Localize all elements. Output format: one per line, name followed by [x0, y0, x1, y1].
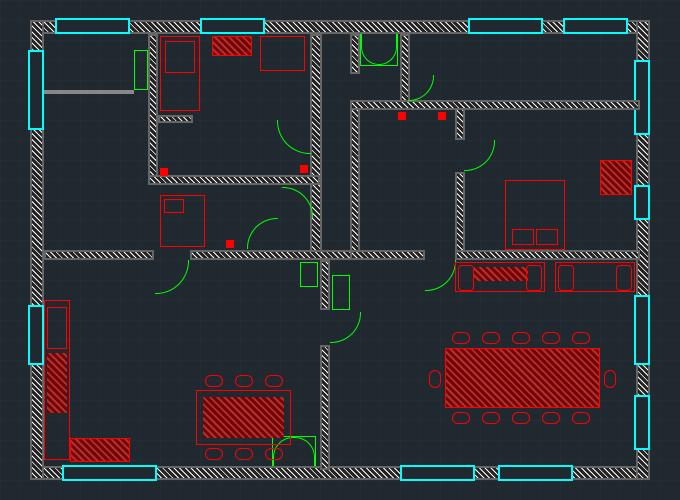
- window-left-2: [28, 305, 44, 365]
- chair: [265, 448, 283, 460]
- window-bottom-1: [62, 465, 157, 481]
- outlet: [398, 112, 406, 120]
- window-right-3: [634, 295, 650, 365]
- window-bottom-3: [498, 465, 573, 481]
- window-top-4: [563, 18, 628, 34]
- chair: [482, 412, 500, 424]
- furn-counter-v: [44, 300, 70, 460]
- door-entry-top: [360, 34, 398, 66]
- wall-int-v3a: [350, 34, 360, 74]
- door-bed-e1: [464, 140, 495, 171]
- window-right-2: [634, 185, 650, 220]
- wall-int-h3: [350, 100, 640, 110]
- furn-wardrobe-nc: [160, 36, 200, 111]
- window-bottom-2: [400, 465, 475, 481]
- door-nw-room: [134, 50, 148, 90]
- wall-int-h5: [158, 115, 193, 123]
- floor-plan: [0, 0, 680, 500]
- outlet: [300, 165, 308, 173]
- chair: [429, 370, 441, 388]
- chair: [452, 412, 470, 424]
- furn-bed-cw: [160, 195, 205, 247]
- storage-corridor: [332, 275, 350, 310]
- chair: [265, 375, 283, 387]
- chair: [604, 370, 616, 388]
- chair: [512, 412, 530, 424]
- door-bed-e2: [425, 260, 456, 291]
- storage-corridor-2: [300, 262, 318, 287]
- wall-int-h4b: [455, 250, 640, 260]
- chair: [542, 412, 560, 424]
- furn-sofa-2: [555, 262, 635, 292]
- window-right-1: [634, 60, 650, 135]
- window-left-1: [28, 50, 44, 130]
- furn-bed-nw: [44, 90, 134, 94]
- door-kitchen: [330, 312, 361, 343]
- chair: [482, 332, 500, 344]
- door-bath: [408, 75, 434, 101]
- wall-int-v1: [148, 34, 158, 184]
- wall-int-h2b: [190, 250, 360, 260]
- furn-nightstand-e: [600, 160, 632, 195]
- door-sw: [155, 260, 189, 294]
- wall-int-v3b: [350, 108, 360, 259]
- door-center-2: [282, 187, 313, 218]
- furn-sofa-1: [455, 262, 545, 292]
- chair: [205, 448, 223, 460]
- chair: [572, 332, 590, 344]
- chair: [542, 332, 560, 344]
- window-top-1: [55, 18, 130, 34]
- outlet: [160, 168, 168, 176]
- window-right-4: [634, 395, 650, 450]
- chair: [572, 412, 590, 424]
- wall-int-v6a: [320, 260, 330, 310]
- furn-dining-table: [445, 348, 600, 408]
- outlet: [438, 112, 446, 120]
- furn-rug-nc: [212, 36, 252, 56]
- chair: [235, 375, 253, 387]
- chair: [235, 448, 253, 460]
- wall-int-v2: [310, 34, 322, 259]
- window-top-3: [468, 18, 543, 34]
- door-center-1: [277, 120, 311, 154]
- furn-counter-h: [70, 438, 130, 462]
- door-mid: [247, 218, 278, 249]
- wall-int-h1: [148, 175, 320, 185]
- furn-kitchen-table: [196, 390, 291, 445]
- furn-bed-nc: [260, 36, 305, 71]
- wall-int-h2a: [44, 250, 154, 260]
- chair: [205, 375, 223, 387]
- wall-int-h4a: [350, 250, 425, 260]
- wall-int-v4b: [455, 172, 465, 257]
- chair: [452, 332, 470, 344]
- wall-int-v6b: [320, 345, 330, 470]
- chair: [512, 332, 530, 344]
- outlet: [226, 240, 234, 248]
- window-top-2: [200, 18, 265, 34]
- furn-bed-e: [505, 180, 565, 250]
